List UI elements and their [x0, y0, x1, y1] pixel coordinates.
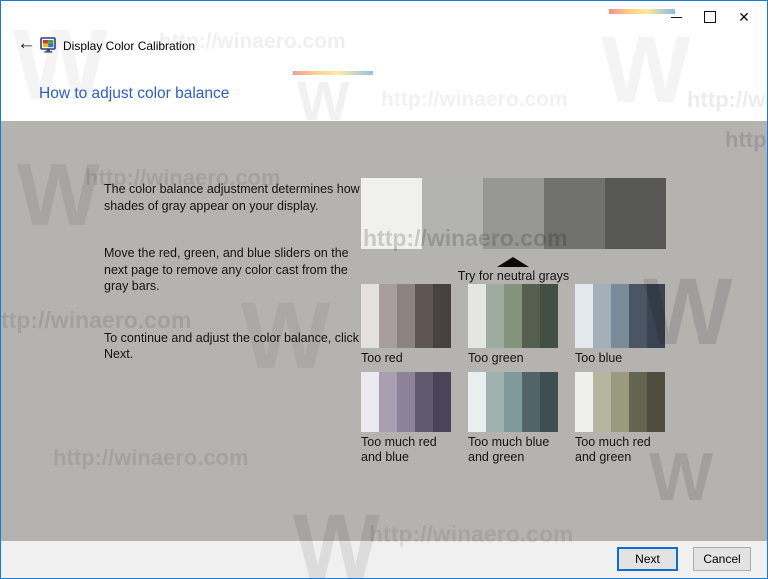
instruction-paragraph: The color balance adjustment determines … [104, 182, 360, 213]
bottom-bar: Next Cancel [1, 541, 767, 578]
swatch-strip [486, 284, 504, 348]
gray-bar-segment [422, 178, 483, 249]
swatch-label: Too red [361, 351, 403, 365]
gray-bar-segment [605, 178, 666, 249]
next-button[interactable]: Next [617, 547, 678, 571]
instructions-text: The color balance adjustment determines … [104, 181, 364, 363]
swatch-strips [575, 284, 665, 348]
window-title: Display Color Calibration [63, 39, 196, 53]
swatch-strip [647, 372, 665, 432]
swatch-group: Too red [361, 284, 451, 366]
swatch-strip [611, 372, 629, 432]
swatch-strip [575, 284, 593, 348]
swatch-strips [468, 284, 558, 348]
swatch-strip [415, 372, 433, 432]
swatch-strip [522, 284, 540, 348]
instruction-paragraph: To continue and adjust the color balance… [104, 330, 360, 362]
swatch-group: Too much blue and green [468, 372, 558, 465]
swatch-strip [593, 284, 611, 348]
swatch-label: Too blue [575, 351, 623, 365]
page-title: How to adjust color balance [39, 85, 230, 102]
cancel-button[interactable]: Cancel [693, 547, 751, 571]
minimize-icon [670, 16, 682, 18]
swatch-group: Too much red and blue [361, 372, 451, 465]
swatch-strip [468, 284, 486, 348]
swatch-group: Too green [468, 284, 558, 366]
swatch-label: Too much red and blue [361, 435, 437, 464]
pointer-triangle-icon [497, 257, 529, 267]
gray-bar-segment [483, 178, 544, 249]
gray-bar-segment [361, 178, 422, 249]
swatch-strip [379, 372, 397, 432]
swatch-strip [397, 284, 415, 348]
swatch-strip [397, 372, 415, 432]
swatch-strip [629, 372, 647, 432]
swatch-strip [504, 372, 522, 432]
display-color-calibration-window: ✕ ← Display Color Calibration How to adj… [0, 0, 768, 579]
swatch-strips [575, 372, 665, 432]
watermark-text: http://w [687, 87, 766, 112]
maximize-icon [704, 11, 716, 23]
watermark-text: W [601, 23, 691, 118]
swatch-strip [647, 284, 665, 348]
watermark-text: http://winaero.com [381, 88, 568, 111]
swatch-strip [593, 372, 611, 432]
close-button[interactable]: ✕ [727, 5, 761, 29]
swatch-group: Too blue [575, 284, 665, 366]
swatch-strip [522, 372, 540, 432]
swatch-strip [433, 372, 451, 432]
swatch-strip [415, 284, 433, 348]
gray-bar-caption: Try for neutral grays [457, 269, 570, 283]
swatch-strips [361, 372, 451, 432]
close-icon: ✕ [738, 9, 750, 25]
swatch-strip [361, 372, 379, 432]
swatch-strip [575, 372, 593, 432]
gray-bar-segment [544, 178, 605, 249]
swatch-strip [540, 284, 558, 348]
swatch-strip [468, 372, 486, 432]
swatch-label: Too green [468, 351, 524, 365]
swatch-strip [611, 284, 629, 348]
back-button[interactable]: ← [17, 33, 36, 55]
swatch-group: Too much red and green [575, 372, 665, 465]
minimize-button[interactable] [659, 5, 693, 29]
swatch-strip [540, 372, 558, 432]
swatch-strips [361, 284, 451, 348]
swatch-label: Too much blue and green [468, 435, 550, 464]
color-cast-examples: Too red Too green Too blue Too much red and… [361, 284, 665, 465]
swatch-strip [504, 284, 522, 348]
gray-scale-bar [361, 178, 666, 249]
swatch-strips [468, 372, 558, 432]
content-area: The color balance adjustment determines … [1, 121, 767, 541]
watermark-logo-bar [293, 71, 373, 75]
window-controls: ✕ [659, 5, 761, 29]
display-calibration-app-icon [40, 37, 57, 58]
swatch-strip [433, 284, 451, 348]
maximize-button[interactable] [693, 5, 727, 29]
swatch-strip [486, 372, 504, 432]
instruction-paragraph: Move the red, green, and blue sliders on… [104, 246, 349, 293]
swatch-strip [361, 284, 379, 348]
swatch-strip [629, 284, 647, 348]
swatch-label: Too much red and green [575, 435, 651, 464]
swatch-strip [379, 284, 397, 348]
